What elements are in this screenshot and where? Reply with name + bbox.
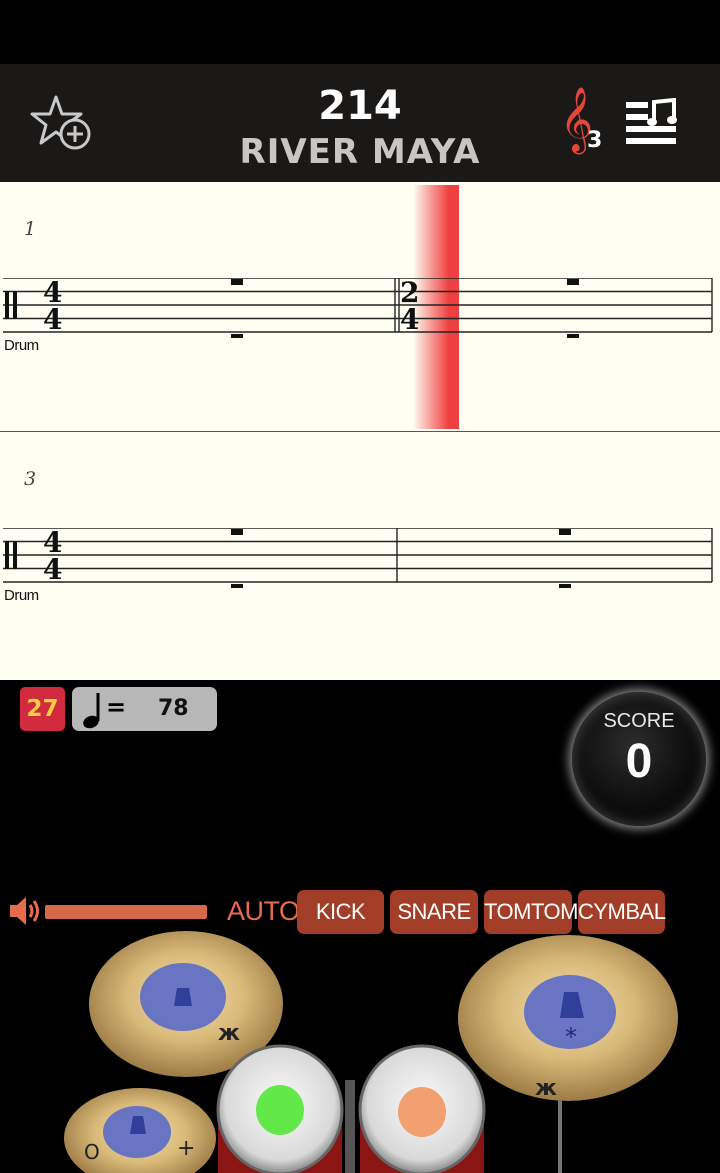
tomtom-button[interactable]: TOMTOM xyxy=(484,890,578,934)
ride-cymbal-right[interactable]: * ж xyxy=(458,935,678,1101)
kick-button[interactable]: KICK xyxy=(297,890,384,934)
app-header: 214 RIVER MAYA 𝄞 3 xyxy=(0,64,720,182)
snare-button[interactable]: SNARE xyxy=(390,890,478,934)
time-signature: 4 4 xyxy=(43,526,62,586)
status-bar xyxy=(0,0,720,64)
time-signature: 2 4 xyxy=(400,276,419,336)
hihat-cymbal[interactable]: O + xyxy=(64,1088,216,1173)
staff xyxy=(0,277,720,340)
measure-number: 1 xyxy=(24,218,37,240)
speaker-icon[interactable] xyxy=(8,894,44,928)
score-label: SCORE xyxy=(603,710,675,732)
game-area: 27 = 78 SCORE 0 AUTO KICK SNARE TOMTOM C… xyxy=(0,680,720,1173)
instrument-label: Drum xyxy=(4,337,39,354)
drum-kit: ж * ж O + xyxy=(64,931,678,1173)
tempo-value: 78 xyxy=(158,696,189,721)
svg-text:+: + xyxy=(177,1136,195,1161)
system-divider xyxy=(0,431,720,432)
playlist-button[interactable] xyxy=(622,97,680,148)
volume-slider[interactable] xyxy=(45,905,207,919)
clef-level: 3 xyxy=(587,128,603,153)
cymbal-button[interactable]: CYMBAL xyxy=(578,890,666,934)
measure-number: 3 xyxy=(24,468,37,490)
auto-toggle[interactable]: AUTO xyxy=(227,896,300,927)
music-list-icon xyxy=(626,97,677,144)
score-sheet: 1 4 4 2 4 Drum 3 4 4 Drum xyxy=(0,182,720,680)
svg-text:*: * xyxy=(565,1023,577,1051)
staff xyxy=(0,527,720,590)
quarter-note-icon xyxy=(83,693,100,729)
svg-text:ж: ж xyxy=(218,1021,240,1046)
svg-text:4: 4 xyxy=(400,303,419,336)
tempo-equals: = xyxy=(106,693,127,721)
tom-drum-right[interactable] xyxy=(358,1044,486,1173)
score-display: SCORE 0 xyxy=(572,692,706,826)
svg-text:ж: ж xyxy=(535,1076,557,1101)
instrument-label: Drum xyxy=(4,587,39,604)
svg-text:O: O xyxy=(84,1140,100,1164)
song-artist: RIVER MAYA xyxy=(239,132,481,172)
tom-drum-left[interactable] xyxy=(216,1044,344,1173)
tempo-display[interactable]: = 78 xyxy=(72,687,217,731)
time-signature: 4 4 xyxy=(43,276,62,336)
svg-text:4: 4 xyxy=(43,553,62,586)
clef-level-button[interactable]: 𝄞 3 xyxy=(560,88,608,158)
svg-text:4: 4 xyxy=(43,303,62,336)
score-value: 0 xyxy=(625,735,653,788)
combo-badge: 27 xyxy=(20,687,65,731)
song-title: 214 xyxy=(318,83,402,129)
